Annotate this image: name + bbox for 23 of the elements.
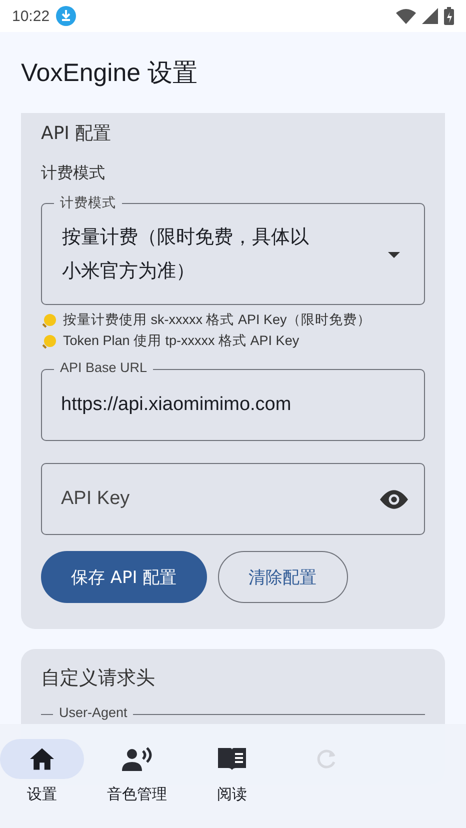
battery-icon <box>444 7 454 25</box>
api-key-field[interactable]: API Key <box>41 463 425 535</box>
wifi-icon <box>396 8 416 24</box>
clear-button[interactable]: 清除配置 <box>218 551 348 603</box>
hint-text: Token Plan 使用 tp-xxxxx 格式 API Key <box>63 332 300 350</box>
nav-item[interactable]: 设置 <box>0 724 84 828</box>
nav-item[interactable]: 阅读 <box>190 724 274 828</box>
page-title: VoxEngine 设置 <box>21 58 198 89</box>
field-label: 计费模式 <box>41 163 106 184</box>
speaking-person-icon <box>122 747 152 771</box>
status-time: 10:22 <box>12 8 50 24</box>
section-title: 自定义请求头 <box>41 666 156 691</box>
dropdown-arrow-icon <box>388 252 400 258</box>
refresh-icon <box>316 748 338 770</box>
signal-icon <box>422 8 438 24</box>
home-icon <box>30 748 54 770</box>
nav-item[interactable]: 音色管理 <box>95 724 179 828</box>
download-icon <box>56 6 76 26</box>
hint-text: 按量计费使用 sk-xxxxx 格式 API Key（限时免费） <box>63 311 371 329</box>
save-button[interactable]: 保存 API 配置 <box>41 551 207 603</box>
book-icon <box>218 748 246 770</box>
eye-icon[interactable] <box>380 490 408 508</box>
section-title: API 配置 <box>41 122 112 145</box>
